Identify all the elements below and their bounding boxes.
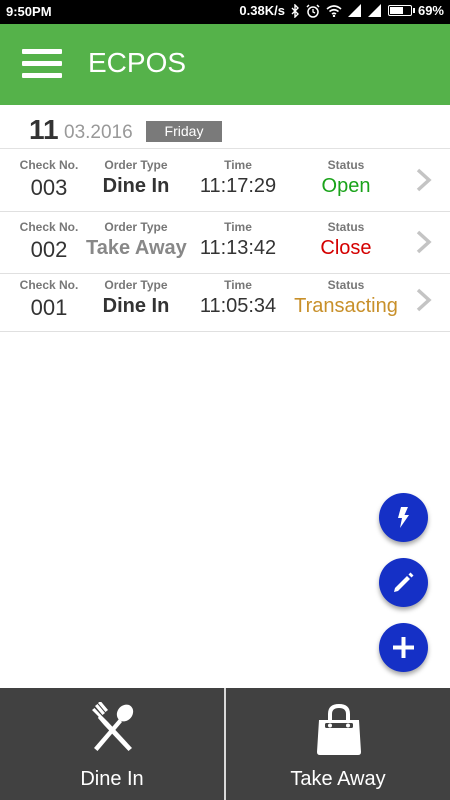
take-away-label: Take Away [290, 768, 386, 790]
time-value: 11:13:42 [199, 237, 277, 259]
check-no-cell: Check No. 002 [3, 220, 95, 263]
app-bar: ECPOS [0, 24, 450, 105]
order-type-value: Take Away [86, 237, 187, 259]
order-type-cell: Order Type Take Away [86, 220, 187, 260]
wifi-icon [326, 5, 342, 17]
add-order-button[interactable] [379, 623, 428, 672]
time-value: 11:05:34 [199, 295, 277, 317]
shopping-bag-icon [317, 703, 361, 755]
fork-spoon-icon [92, 702, 134, 751]
order-row[interactable]: Check No. 002 Order Type Take Away Time … [0, 212, 450, 274]
date-day: 11 [29, 114, 59, 145]
quick-action-button[interactable] [379, 493, 428, 542]
check-no-label: Check No. [19, 278, 79, 292]
check-no-value: 002 [30, 237, 68, 262]
battery-percent: 69% [417, 3, 444, 18]
order-type-label: Order Type [104, 220, 168, 234]
status-label: Status [327, 278, 365, 292]
time-label: Time [224, 158, 252, 172]
battery-icon [387, 5, 415, 16]
check-no-cell: Check No. 003 [3, 158, 95, 201]
order-type-cell: Order Type Dine In [86, 278, 186, 318]
dine-in-label: Dine In [80, 768, 144, 790]
check-no-value: 003 [30, 175, 68, 200]
status-bar: 9:50PM 0.38K/s 69% [0, 0, 450, 24]
order-type-value: Dine In [102, 295, 170, 317]
status-label: Status [327, 220, 365, 234]
pencil-icon [394, 572, 414, 592]
order-row[interactable]: Check No. 003 Order Type Dine In Time 11… [0, 150, 450, 212]
time-value: 11:17:29 [199, 175, 277, 197]
weekday-badge: Friday [146, 121, 222, 142]
check-no-value: 001 [30, 295, 68, 320]
order-type-cell: Order Type Dine In [86, 158, 186, 198]
signal-icon [367, 4, 381, 17]
check-no-label: Check No. [19, 158, 79, 172]
check-no-cell: Check No. 001 [3, 278, 95, 321]
time-cell: Time 11:05:34 [188, 278, 288, 318]
date-month-year: 03.2016 [64, 122, 133, 143]
app-title: ECPOS [88, 47, 187, 78]
lightning-icon [398, 507, 409, 528]
bluetooth-icon [291, 3, 299, 18]
chevron-right-icon [416, 168, 432, 192]
time-cell: Time 11:13:42 [188, 220, 288, 260]
time-label: Time [224, 220, 252, 234]
dine-in-button[interactable]: Dine In [0, 688, 224, 800]
chevron-right-icon [416, 288, 432, 312]
network-speed: 0.38K/s [239, 3, 285, 18]
time-cell: Time 11:17:29 [188, 158, 288, 198]
status-cell: Status Open [290, 158, 402, 198]
status-cell: Status Transacting [290, 278, 402, 318]
chevron-right-icon [416, 230, 432, 254]
signal-icon [347, 4, 361, 17]
alarm-icon [306, 3, 320, 18]
status-cell: Status Close [290, 220, 402, 260]
edit-button[interactable] [379, 558, 428, 607]
status-value: Close [320, 237, 372, 259]
status-value: Transacting [294, 295, 398, 317]
order-row[interactable]: Check No. 001 Order Type Dine In Time 11… [0, 270, 450, 332]
order-type-value: Dine In [102, 175, 170, 197]
plus-icon [393, 637, 414, 658]
status-value: Open [321, 175, 371, 197]
hamburger-menu-icon[interactable] [22, 49, 62, 79]
time-label: Time [224, 278, 252, 292]
check-no-label: Check No. [19, 220, 79, 234]
order-type-label: Order Type [104, 278, 168, 292]
status-label: Status [327, 158, 365, 172]
order-type-label: Order Type [104, 158, 168, 172]
date-header: 11 03.2016 Friday [0, 105, 450, 149]
take-away-button[interactable]: Take Away [226, 688, 450, 800]
status-time: 9:50PM [6, 4, 52, 19]
status-icons: 0.38K/s 69% [239, 3, 444, 18]
bottom-bar: Dine In Take Away [0, 688, 450, 800]
